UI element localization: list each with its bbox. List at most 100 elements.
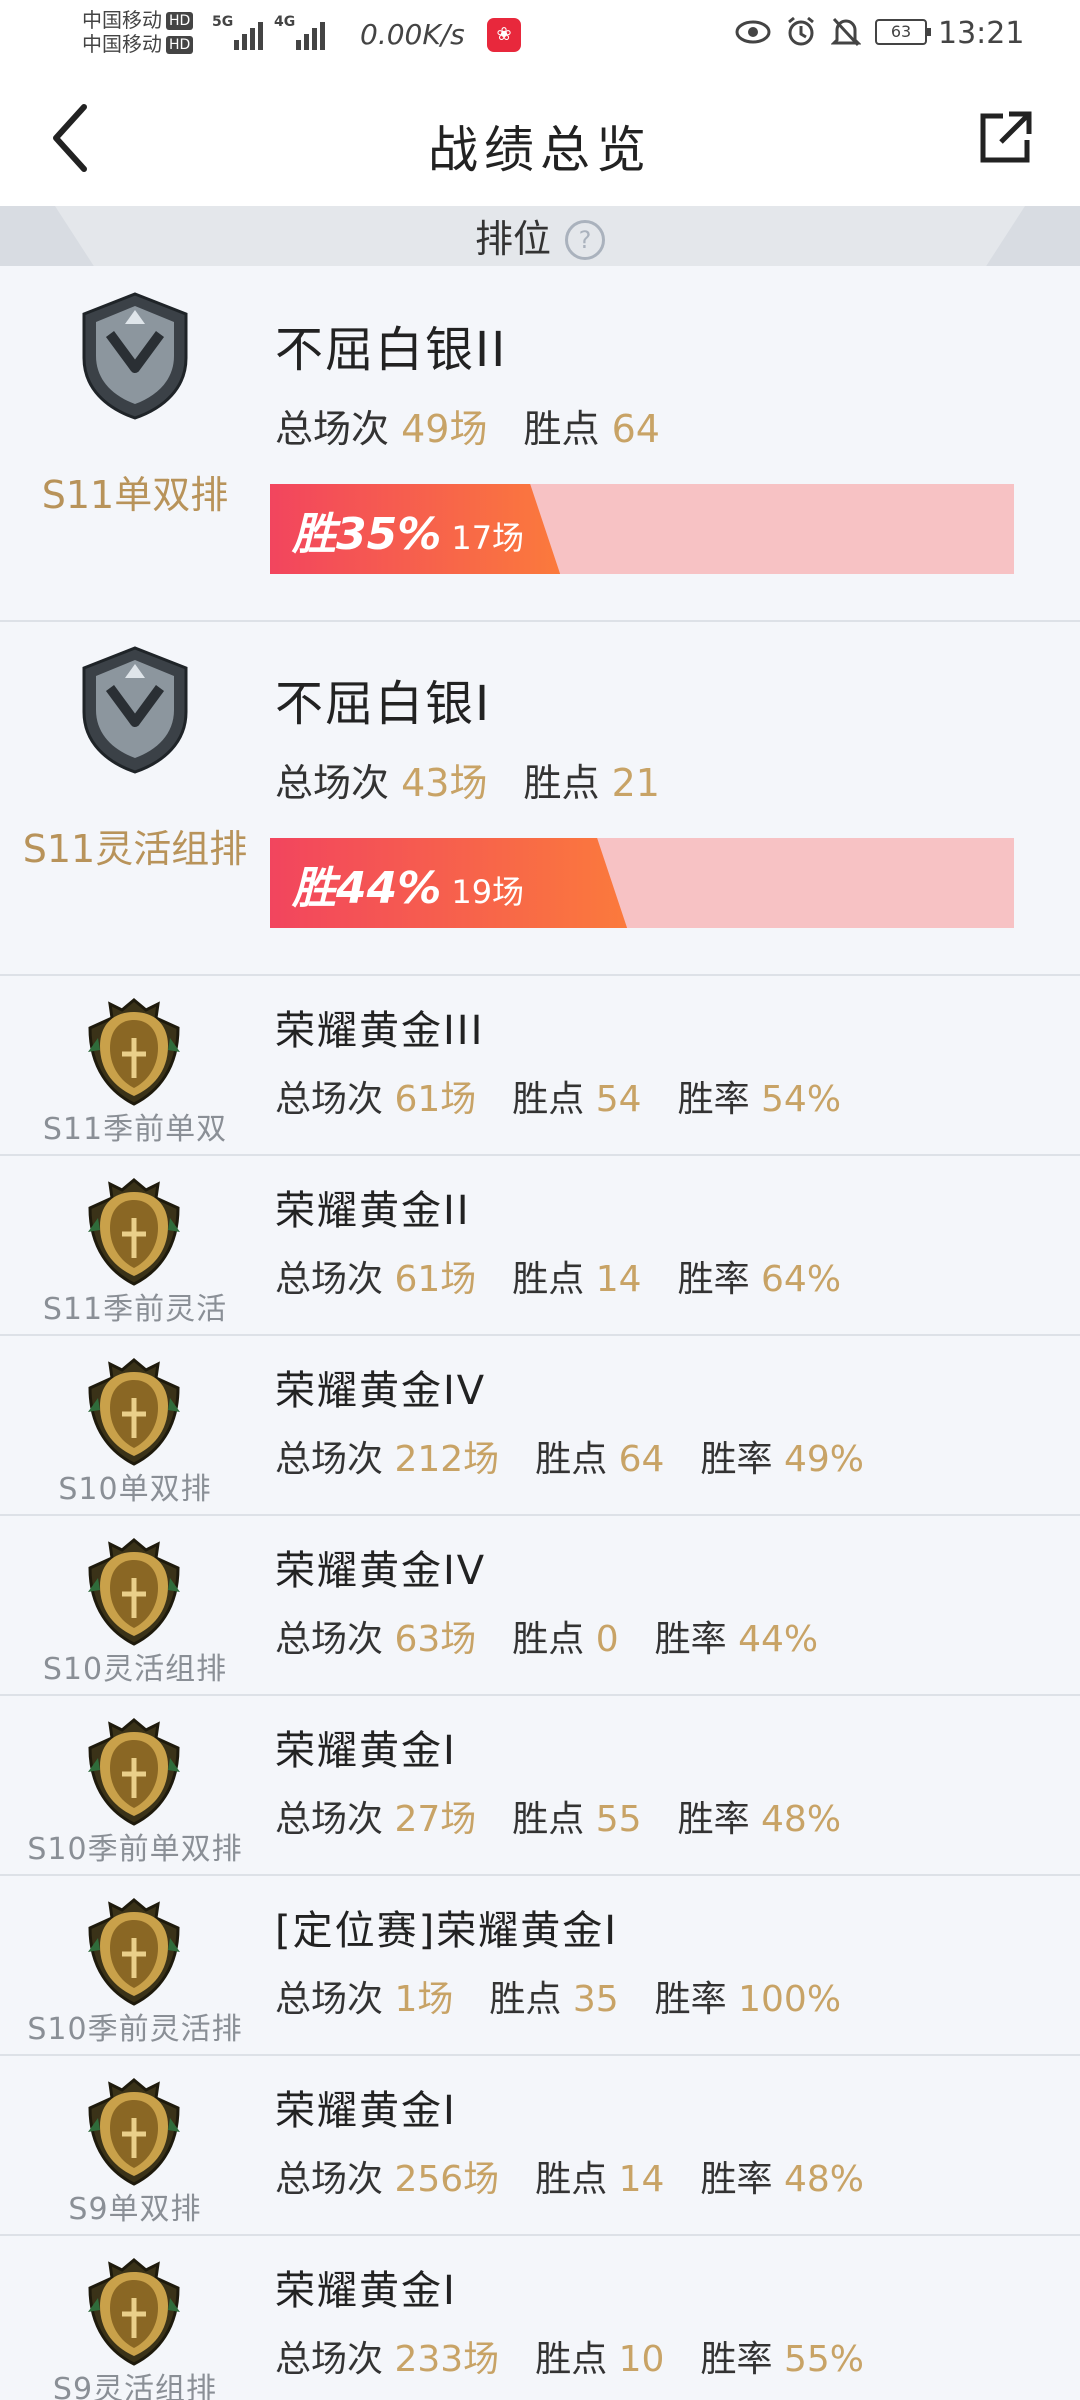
queue-mode: S11单双排 [41, 473, 229, 517]
history-row[interactable]: S10季前单双排 荣耀黄金I 总场次 27场 胜点 55 胜率 48% [0, 1696, 1080, 1876]
queue-mode: S10单双排 [58, 1472, 212, 1507]
total-label: 总场次 [275, 1439, 384, 1480]
share-icon [980, 111, 1032, 163]
points-label: 胜点 [512, 1079, 585, 1120]
section-label: 排位 [474, 217, 551, 261]
rate-value: 48% [761, 1799, 842, 1840]
rate-label: 胜率 [700, 1439, 773, 1480]
points-value: 0 [595, 1619, 619, 1660]
total-value: 61场 [394, 1079, 477, 1120]
win-rate-label: 胜44% [292, 863, 442, 914]
rate-label: 胜率 [654, 1619, 727, 1660]
nav-header: 战绩总览 [0, 70, 1080, 206]
signal-4g-icon: 4G [274, 14, 325, 50]
queue-mode: S10季前单双排 [27, 1832, 243, 1867]
stats-line: 总场次 61场 胜点 54 胜率 54% [275, 1070, 841, 1122]
points-label: 胜点 [523, 407, 600, 451]
rate-value: 55% [783, 2339, 864, 2380]
carrier-info: 中国移动 HD 中国移动 HD [82, 8, 194, 56]
rate-value: 100% [738, 1979, 842, 2020]
total-value: 256场 [394, 2159, 500, 2200]
alarm-icon [788, 16, 814, 46]
system-icons: 63 [735, 16, 931, 48]
stats-line: 总场次 1场 胜点 35 胜率 100% [275, 1970, 841, 2022]
gold-emblem-icon [84, 2258, 184, 2366]
total-label: 总场次 [275, 407, 390, 451]
history-row[interactable]: S10季前灵活排 [定位赛]荣耀黄金I 总场次 1场 胜点 35 胜率 100% [0, 1876, 1080, 2056]
points-value: 64 [618, 1439, 665, 1480]
rank-title: 荣耀黄金I [275, 1728, 457, 1774]
gold-emblem-icon [84, 998, 184, 1106]
points-value: 10 [618, 2339, 665, 2380]
points-label: 胜点 [535, 2339, 608, 2380]
gold-emblem-icon [84, 1718, 184, 1826]
history-row[interactable]: S10单双排 荣耀黄金IV 总场次 212场 胜点 64 胜率 49% [0, 1336, 1080, 1516]
battery-icon: 63 [875, 19, 931, 45]
rate-value: 64% [761, 1259, 842, 1300]
gold-emblem-icon [84, 2078, 184, 2186]
share-button[interactable] [975, 108, 1035, 168]
rate-label: 胜率 [677, 1259, 750, 1300]
signal-4g-label: 4G [274, 14, 296, 30]
carrier-1: 中国移动 [82, 8, 162, 32]
carrier-2: 中国移动 [82, 32, 162, 56]
eye-icon [735, 20, 771, 44]
silver-emblem-icon [80, 292, 190, 420]
queue-mode: S10灵活组排 [42, 1652, 228, 1687]
gold-emblem-icon [84, 1538, 184, 1646]
points-value: 54 [595, 1079, 642, 1120]
total-value: 43场 [401, 761, 488, 805]
points-value: 14 [618, 2159, 665, 2200]
points-value: 21 [611, 761, 660, 805]
total-value: 212场 [394, 1439, 500, 1480]
points-label: 胜点 [512, 1259, 585, 1300]
history-row[interactable]: S11季前单双 荣耀黄金III 总场次 61场 胜点 54 胜率 54% [0, 976, 1080, 1156]
stats-line: 总场次 43场 胜点 21 [275, 752, 660, 807]
help-icon[interactable]: ? [565, 220, 605, 260]
points-label: 胜点 [489, 1979, 562, 2020]
rank-title: 荣耀黄金IV [275, 1368, 487, 1414]
win-rate-bar: 胜35% 17场 [270, 484, 1014, 574]
gold-emblem-icon [84, 1178, 184, 1286]
page-title: 战绩总览 [428, 121, 652, 179]
app-notification-icon: ❀ [487, 18, 521, 52]
stats-line: 总场次 63场 胜点 0 胜率 44% [275, 1610, 818, 1662]
rate-label: 胜率 [654, 1979, 727, 2020]
total-label: 总场次 [275, 761, 390, 805]
queue-mode: S9灵活组排 [52, 2372, 218, 2400]
mute-bell-icon [831, 17, 861, 47]
total-label: 总场次 [275, 1259, 384, 1300]
history-row[interactable]: S11季前灵活 荣耀黄金II 总场次 61场 胜点 14 胜率 64% [0, 1156, 1080, 1336]
stats-line: 总场次 27场 胜点 55 胜率 48% [275, 1790, 841, 1842]
rank-title: 荣耀黄金I [275, 2088, 457, 2134]
history-row[interactable]: S9单双排 荣耀黄金I 总场次 256场 胜点 14 胜率 48% [0, 2056, 1080, 2236]
rank-title: [定位赛]荣耀黄金I [275, 1908, 619, 1954]
total-label: 总场次 [275, 1619, 384, 1660]
rank-title: 不屈白银II [275, 322, 508, 378]
rate-label: 胜率 [677, 1079, 750, 1120]
points-label: 胜点 [535, 1439, 608, 1480]
queue-mode: S10季前灵活排 [27, 2012, 243, 2047]
points-value: 14 [595, 1259, 642, 1300]
stats-line: 总场次 49场 胜点 64 [275, 398, 660, 453]
stats-line: 总场次 233场 胜点 10 胜率 55% [275, 2330, 864, 2382]
gold-emblem-icon [84, 1898, 184, 2006]
history-row[interactable]: S10灵活组排 荣耀黄金IV 总场次 63场 胜点 0 胜率 44% [0, 1516, 1080, 1696]
queue-mode: S11季前单双 [42, 1112, 228, 1147]
points-value: 55 [595, 1799, 642, 1840]
points-label: 胜点 [535, 2159, 608, 2200]
history-row[interactable]: S9灵活组排 荣耀黄金I 总场次 233场 胜点 10 胜率 55% [0, 2236, 1080, 2400]
rate-label: 胜率 [700, 2339, 773, 2380]
rate-label: 胜率 [700, 2159, 773, 2200]
total-value: 1场 [394, 1979, 454, 2020]
clock: 13:21 [938, 16, 1025, 51]
total-label: 总场次 [275, 2159, 384, 2200]
rank-title: 不屈白银I [275, 676, 492, 732]
ranked-card[interactable]: S11灵活组排 不屈白银I 总场次 43场 胜点 21 胜44% 19场 [0, 622, 1080, 976]
total-label: 总场次 [275, 1079, 384, 1120]
rate-label: 胜率 [677, 1799, 750, 1840]
hd-badge: HD [166, 12, 194, 30]
signal-5g-label: 5G [212, 14, 234, 30]
status-bar: 中国移动 HD 中国移动 HD 5G 4G 0.00K/s ❀ 63 13:21 [0, 0, 1080, 70]
ranked-card[interactable]: S11单双排 不屈白银II 总场次 49场 胜点 64 胜35% 17场 [0, 268, 1080, 622]
